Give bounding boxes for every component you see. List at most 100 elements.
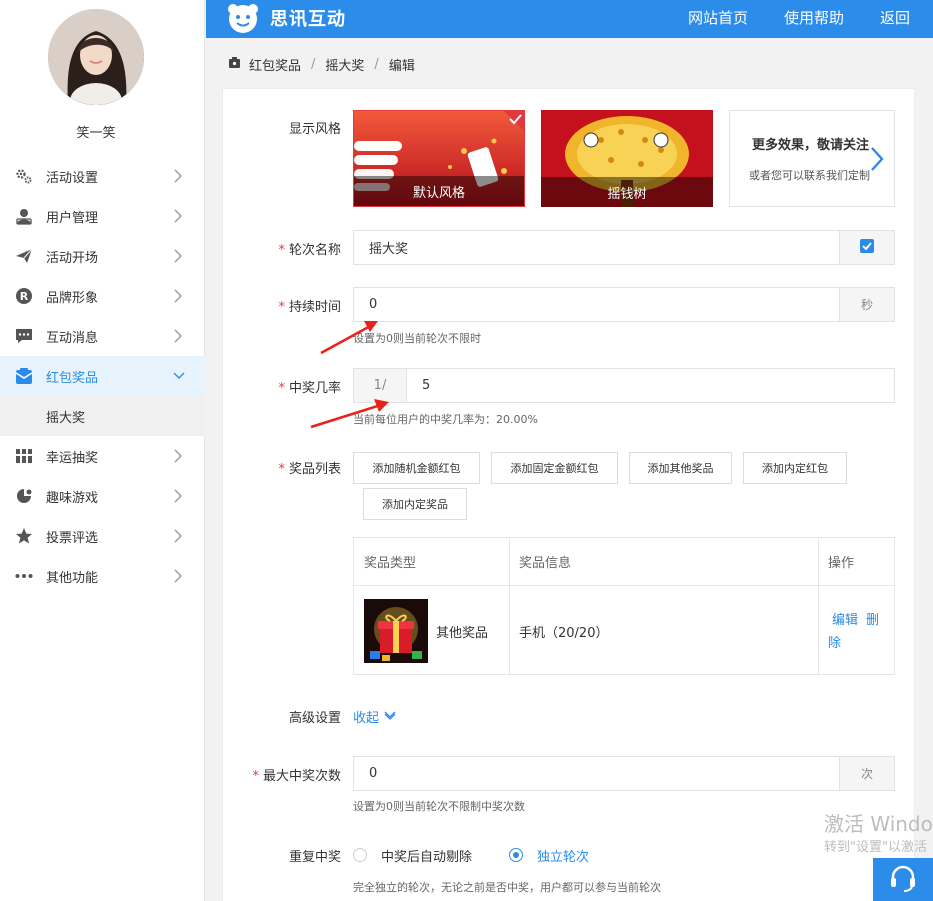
breadcrumb-item[interactable]: 摇大奖 — [325, 55, 364, 74]
windows-activation-watermark-sub: 转到"设置"以激活 — [824, 840, 927, 855]
breadcrumb: 红包奖品 / 摇大奖 / 编辑 — [228, 55, 415, 74]
prize-list-label: * 奖品列表 — [278, 462, 341, 477]
round-name-checkbox-wrap — [839, 230, 895, 265]
style-caption: 默认风格 — [354, 176, 524, 206]
more-styles-title: 更多效果，敬请关注 — [752, 138, 870, 153]
sidebar-item-interactive-messages[interactable]: 互动消息 — [0, 316, 205, 356]
add-random-red-envelope-button[interactable]: 添加随机金额红包 — [353, 452, 480, 484]
sidebar-item-fun-games[interactable]: 趣味游戏 — [0, 476, 205, 516]
max-wins-hint: 设置为0则当前轮次不限制中奖次数 — [353, 800, 525, 813]
win-rate-label: * 中奖几率 — [278, 381, 341, 396]
app-root: 笑一笑 活动设置 用户管理 活动开场 R 品牌形象 互动消息 红包奖品 摇大奖 … — [0, 0, 933, 901]
svg-text:R: R — [20, 290, 29, 303]
more-styles-card: 更多效果，敬请关注 或者您可以联系我们定制 — [729, 110, 895, 207]
sidebar-item-red-envelope-prizes[interactable]: 红包奖品 — [0, 356, 205, 396]
submenu-item-shake-prize[interactable]: 摇大奖 — [0, 396, 205, 436]
max-wins-unit: 次 — [839, 756, 895, 791]
sidebar-item-other-functions[interactable]: 其他功能 — [0, 556, 205, 596]
nav-help[interactable]: 使用帮助 — [784, 7, 844, 28]
nav-home[interactable]: 网站首页 — [688, 7, 748, 28]
sidebar-item-label: 用户管理 — [46, 210, 99, 226]
prize-info: 手机（20/20） — [519, 626, 609, 641]
chevron-down-icon — [173, 369, 185, 383]
annotation-arrow — [310, 399, 389, 429]
style-card-default[interactable]: 默认风格 — [353, 110, 525, 207]
chevron-right-icon — [173, 449, 183, 463]
sidebar-item-brand-image[interactable]: R 品牌形象 — [0, 276, 205, 316]
sidebar-item-activity-settings[interactable]: 活动设置 — [0, 156, 205, 196]
sidebar: 笑一笑 活动设置 用户管理 活动开场 R 品牌形象 互动消息 红包奖品 摇大奖 … — [0, 0, 205, 901]
radio-independent-round[interactable] — [509, 848, 523, 862]
paper-plane-icon — [15, 247, 33, 265]
sidebar-item-label: 其他功能 — [46, 570, 99, 586]
round-name-input[interactable]: 摇大奖 — [353, 230, 840, 265]
chevron-right-icon — [173, 329, 183, 343]
breadcrumb-item: 编辑 — [388, 58, 415, 74]
headset-icon — [888, 863, 918, 897]
add-other-prize-button[interactable]: 添加其他奖品 — [629, 452, 732, 484]
message-icon — [15, 327, 33, 345]
add-preset-red-envelope-button[interactable]: 添加内定红包 — [743, 452, 847, 484]
display-style-label: 显示风格 — [288, 122, 341, 137]
radio-independent-round-label[interactable]: 独立轮次 — [537, 846, 589, 865]
chevron-right-icon — [173, 209, 183, 223]
chevron-down-icon — [384, 709, 396, 724]
sidebar-item-lucky-draw[interactable]: 幸运抽奖 — [0, 436, 205, 476]
chevron-right-icon — [173, 489, 183, 503]
username: 笑一笑 — [76, 126, 116, 141]
delete-prize-link[interactable]: 删除 — [828, 609, 888, 655]
column-header: 操作 — [828, 556, 855, 571]
win-rate-input[interactable]: 5 — [406, 368, 895, 403]
round-name-label: * 轮次名称 — [278, 243, 341, 258]
windows-activation-watermark: 激活 Windo — [824, 812, 933, 836]
more-dots-icon — [15, 567, 33, 585]
sidebar-item-label: 趣味游戏 — [46, 490, 99, 506]
duration-unit: 秒 — [839, 287, 895, 322]
max-wins-input[interactable]: 0 — [353, 756, 840, 791]
prize-table: 奖品类型 奖品信息 操作 其他奖品 手机（20/20） 编辑 删除 — [353, 537, 895, 675]
sidebar-item-label: 品牌形象 — [46, 290, 99, 306]
radio-auto-remove[interactable] — [353, 848, 367, 862]
sidebar-menu: 活动设置 用户管理 活动开场 R 品牌形象 互动消息 红包奖品 摇大奖 幸运抽奖… — [0, 156, 205, 596]
add-fixed-red-envelope-button[interactable]: 添加固定金额红包 — [491, 452, 618, 484]
duration-input[interactable]: 0 — [353, 287, 840, 322]
lottery-icon — [15, 447, 33, 465]
duration-label: * 持续时间 — [278, 300, 341, 315]
customer-service-button[interactable] — [873, 858, 933, 901]
sidebar-item-label: 幸运抽奖 — [46, 450, 99, 466]
style-card-money-tree[interactable]: 摇钱树 — [541, 110, 713, 207]
chevron-right-icon[interactable] — [870, 146, 884, 176]
registered-icon: R — [15, 287, 33, 305]
radio-auto-remove-label[interactable]: 中奖后自动剔除 — [381, 846, 472, 865]
user-icon — [15, 207, 33, 225]
bear-logo-icon[interactable] — [226, 2, 260, 34]
sidebar-item-voting[interactable]: 投票评选 — [0, 516, 205, 556]
chevron-right-icon — [173, 169, 183, 183]
red-envelope-icon — [15, 367, 33, 385]
round-name-checkbox[interactable] — [860, 239, 874, 256]
max-wins-label: * 最大中奖次数 — [252, 769, 341, 784]
more-styles-subtitle: 或者您可以联系我们定制 — [749, 169, 870, 182]
sidebar-item-label: 活动设置 — [46, 170, 99, 186]
avatar[interactable] — [48, 9, 144, 105]
breadcrumb-item[interactable]: 红包奖品 — [249, 55, 301, 74]
brand-name: 思讯互动 — [270, 9, 346, 30]
prize-thumbnail — [364, 599, 428, 663]
column-header: 奖品类型 — [354, 538, 510, 585]
chevron-right-icon — [173, 529, 183, 543]
sidebar-item-label: 投票评选 — [46, 530, 99, 546]
add-preset-prize-button[interactable]: 添加内定奖品 — [363, 488, 467, 520]
nav-back[interactable]: 返回 — [880, 7, 910, 28]
sidebar-item-label: 互动消息 — [46, 330, 99, 346]
advanced-settings-label: 高级设置 — [288, 711, 341, 726]
star-icon — [15, 527, 33, 545]
style-caption: 摇钱树 — [541, 177, 713, 207]
chevron-right-icon — [173, 289, 183, 303]
collapse-toggle[interactable]: 收起 — [353, 707, 396, 726]
gear-icon — [15, 167, 33, 185]
sidebar-item-activity-opening[interactable]: 活动开场 — [0, 236, 205, 276]
top-header: 思讯互动 网站首页 使用帮助 返回 — [206, 0, 933, 38]
repeat-win-label: 重复中奖 — [288, 850, 341, 865]
sidebar-item-user-management[interactable]: 用户管理 — [0, 196, 205, 236]
chevron-right-icon — [173, 569, 183, 583]
